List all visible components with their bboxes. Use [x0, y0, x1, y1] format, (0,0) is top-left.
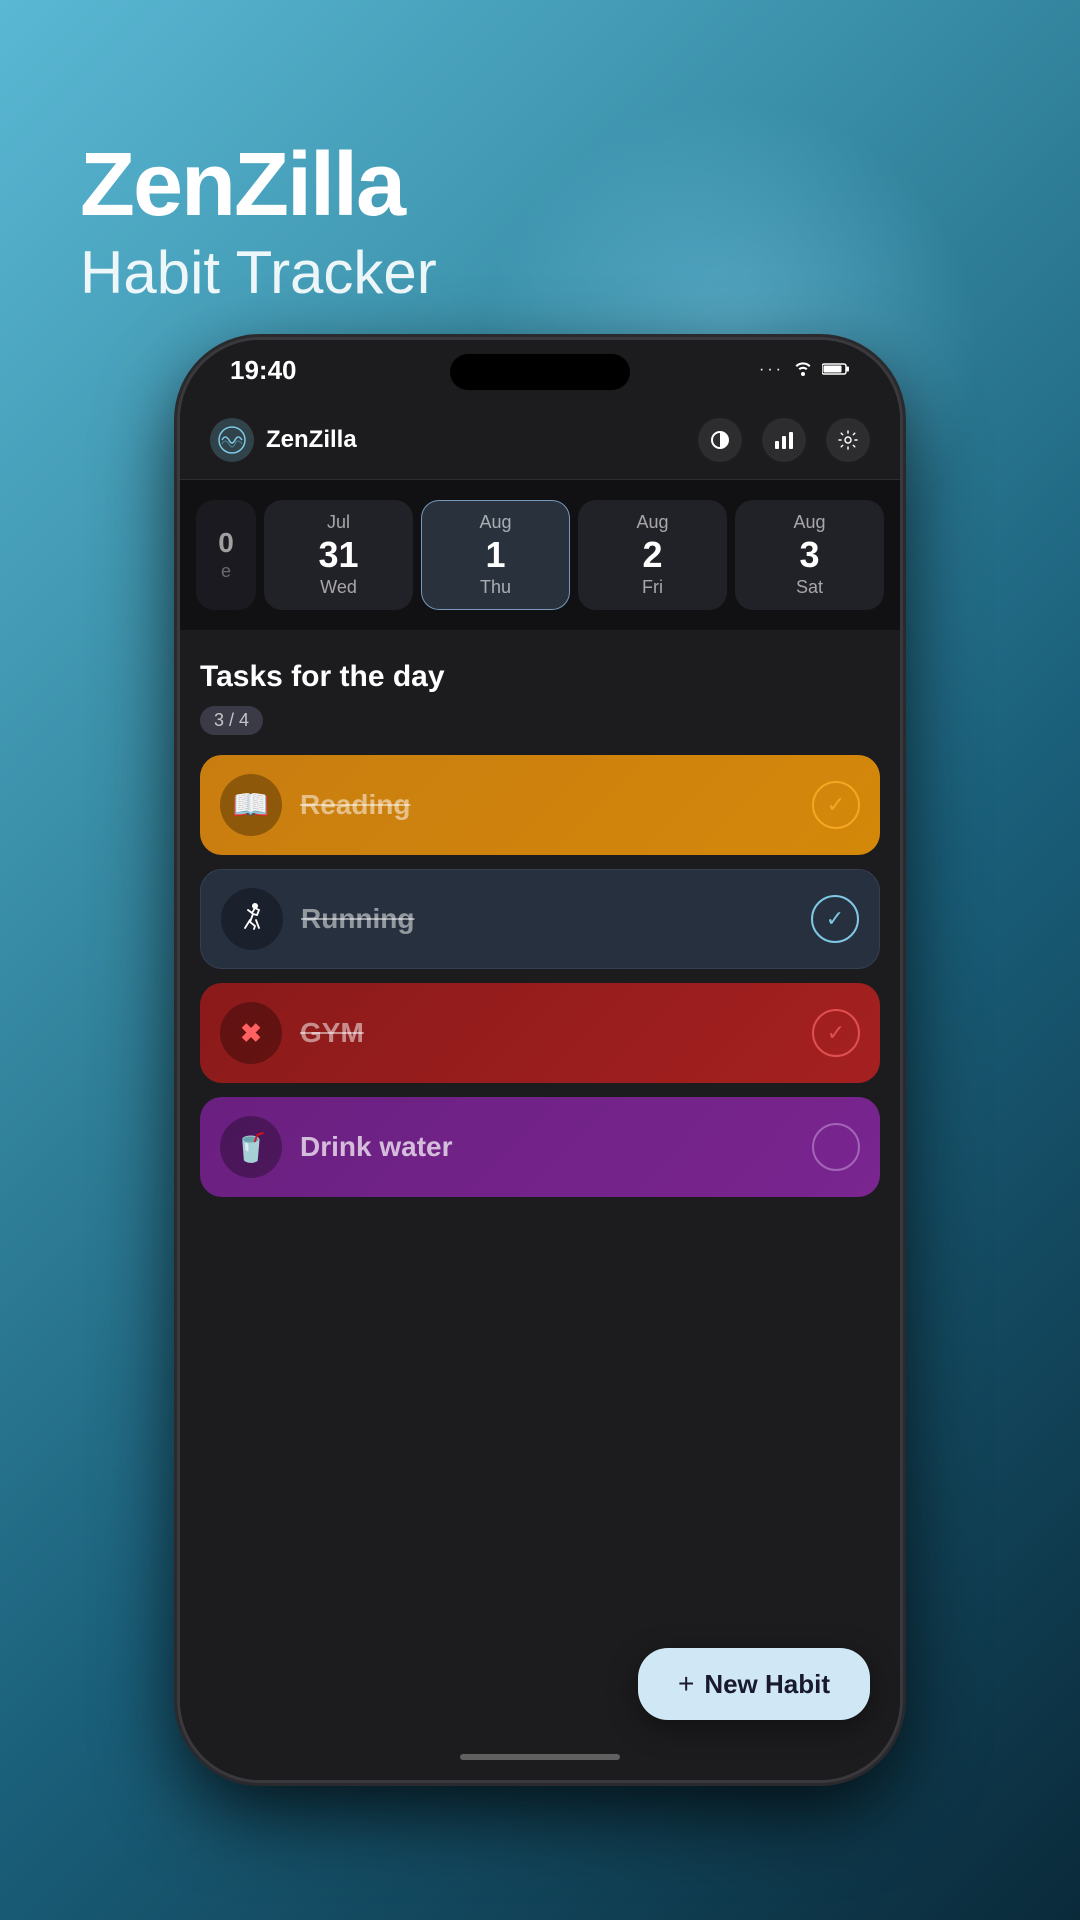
tasks-header: Tasks for the day — [200, 660, 880, 694]
reading-name: Reading — [300, 789, 812, 821]
app-title-area: ZenZilla Habit Tracker — [80, 140, 437, 307]
battery-icon — [822, 359, 850, 382]
tasks-count-badge: 3 / 4 — [200, 706, 263, 735]
gym-name: GYM — [300, 1017, 812, 1049]
page-wrapper: ZenZilla Habit Tracker 19:40 ··· — [0, 0, 1080, 1920]
dots-icon: ··· — [759, 361, 784, 379]
calendar-day-jul31[interactable]: Jul 31 Wed — [264, 500, 413, 610]
screen-content: 19:40 ··· — [180, 340, 900, 1780]
dynamic-island — [450, 354, 630, 390]
gym-icon-wrap: ✖ — [220, 1002, 282, 1064]
gym-check[interactable]: ✓ — [812, 1009, 860, 1057]
app-header: ZenZilla — [180, 400, 900, 480]
drink-water-icon-wrap: 🥤 — [220, 1116, 282, 1178]
calendar-strip: 0 e Jul 31 Wed Aug 1 Thu — [180, 480, 900, 630]
drink-water-name: Drink water — [300, 1131, 812, 1163]
header-icons — [698, 418, 870, 462]
running-check[interactable]: ✓ — [811, 895, 859, 943]
running-icon — [236, 900, 268, 939]
reading-check[interactable]: ✓ — [812, 781, 860, 829]
calendar-day-aug2[interactable]: Aug 2 Fri — [578, 500, 727, 610]
running-icon-wrap — [221, 888, 283, 950]
habit-card-gym[interactable]: ✖ GYM ✓ — [200, 983, 880, 1083]
app-logo-text: ZenZilla — [266, 426, 686, 454]
app-subtitle: Habit Tracker — [80, 238, 437, 307]
status-icons: ··· — [759, 359, 850, 382]
new-habit-label: New Habit — [704, 1669, 830, 1700]
drink-water-icon: 🥤 — [234, 1131, 269, 1164]
chart-button[interactable] — [762, 418, 806, 462]
habit-card-drink-water[interactable]: 🥤 Drink water — [200, 1097, 880, 1197]
reading-icon: 📖 — [232, 788, 269, 823]
phone-frame: 19:40 ··· — [180, 340, 900, 1780]
drink-water-check[interactable] — [812, 1123, 860, 1171]
calendar-day-aug1[interactable]: Aug 1 Thu — [421, 500, 570, 610]
wifi-icon — [792, 359, 814, 382]
habit-card-running[interactable]: Running ✓ — [200, 869, 880, 969]
reading-icon-wrap: 📖 — [220, 774, 282, 836]
running-name: Running — [301, 903, 811, 935]
app-logo-icon — [210, 418, 254, 462]
calendar-day-aug3[interactable]: Aug 3 Sat — [735, 500, 884, 610]
habit-card-reading[interactable]: 📖 Reading ✓ — [200, 755, 880, 855]
status-bar: 19:40 ··· — [180, 340, 900, 400]
phone-screen: 19:40 ··· — [180, 340, 900, 1780]
plus-icon: + — [678, 1668, 694, 1700]
calendar-day-partial[interactable]: 0 e — [196, 500, 256, 610]
gym-icon: ✖ — [240, 1018, 262, 1049]
settings-button[interactable] — [826, 418, 870, 462]
moon-button[interactable] — [698, 418, 742, 462]
tasks-section: Tasks for the day 3 / 4 📖 Reading ✓ — [180, 630, 900, 1780]
new-habit-button[interactable]: + New Habit — [638, 1648, 870, 1720]
home-indicator — [460, 1754, 620, 1760]
app-title: ZenZilla — [80, 140, 437, 230]
status-time: 19:40 — [230, 355, 297, 386]
